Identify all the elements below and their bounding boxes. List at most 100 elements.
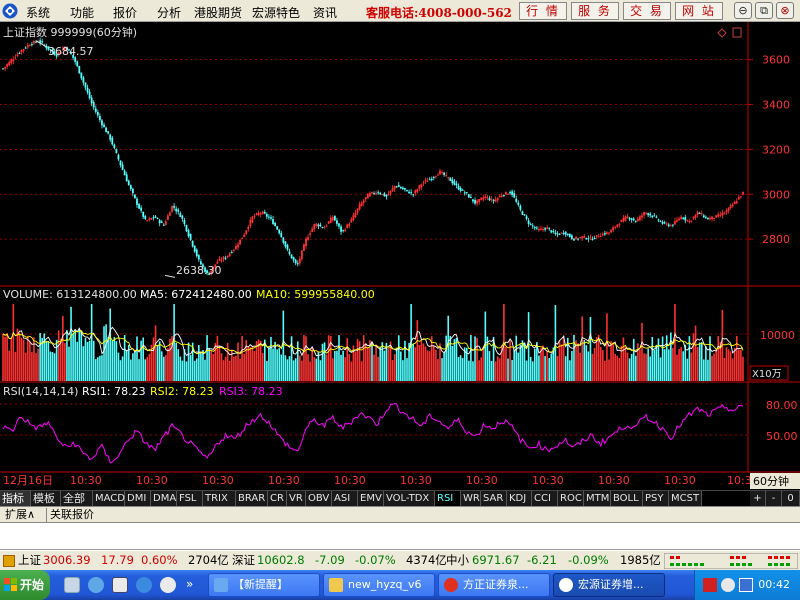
menu-function[interactable]: 功能 — [70, 4, 94, 21]
tab-mcst[interactable]: MCST — [669, 491, 702, 507]
tab-related-quote[interactable]: 关联报价 — [46, 508, 97, 523]
price-candle-body — [2, 68, 4, 70]
tab-cci[interactable]: CCI — [532, 491, 558, 507]
start-button[interactable]: 开始 — [0, 570, 50, 600]
price-candle-body — [99, 116, 101, 121]
tab-macd[interactable]: MACD — [93, 491, 125, 507]
tab-wr[interactable]: WR — [461, 491, 481, 507]
volume-bar — [443, 352, 445, 381]
price-candle-body — [492, 199, 495, 202]
tab-mtm[interactable]: MTM — [584, 491, 611, 507]
tab-roc[interactable]: ROC — [558, 491, 584, 507]
price-candle-body — [480, 197, 483, 200]
tab-all[interactable]: 全部 — [61, 491, 93, 507]
tab-boll[interactable]: BOLL — [611, 491, 643, 507]
restore-icon[interactable]: ⧉ — [755, 2, 773, 19]
quicklaunch-browser-icon[interactable] — [136, 577, 152, 593]
volume-bar — [35, 353, 37, 381]
tab-vol-tdx[interactable]: VOL-TDX — [384, 491, 435, 507]
taskbar-button-fangzheng[interactable]: 方正证券泉... — [438, 573, 550, 597]
sh-index-name[interactable]: 上证 — [18, 551, 41, 570]
taskbar-button-reminder[interactable]: 【新提醒】 — [208, 573, 320, 597]
volume-bar — [622, 337, 625, 381]
volume-bar — [511, 360, 513, 381]
tab-dma[interactable]: DMA — [151, 491, 177, 507]
quote-icon[interactable] — [3, 555, 15, 567]
menu-quote[interactable]: 报价 — [113, 4, 137, 21]
price-candle-body — [232, 249, 235, 251]
link-market-button[interactable]: 行 情 — [519, 2, 567, 20]
tab-asi[interactable]: ASI — [332, 491, 358, 507]
tab-dmi[interactable]: DMI — [125, 491, 151, 507]
price-candle-body — [589, 237, 592, 239]
tab-rsi[interactable]: RSI — [435, 491, 461, 507]
volume-bar — [167, 348, 169, 381]
price-candle-body — [371, 191, 373, 194]
tab-brar[interactable]: BRAR — [236, 491, 268, 507]
network-icon[interactable] — [703, 578, 717, 592]
volume-icon[interactable] — [721, 578, 735, 592]
quicklaunch-explorer-icon[interactable] — [64, 577, 80, 593]
zx-index-name[interactable]: 中小 — [446, 551, 469, 570]
tab-emv[interactable]: EMV — [358, 491, 384, 507]
price-candle-body — [84, 82, 87, 88]
volume-bar — [80, 330, 83, 381]
quicklaunch-desktop-icon[interactable] — [112, 577, 128, 593]
price-candle-body — [140, 207, 143, 211]
volume-bar — [97, 357, 99, 381]
period-label[interactable]: 60分钟 — [753, 474, 789, 488]
tab-zoom-in-button[interactable]: + — [750, 491, 766, 507]
sz-index-name[interactable]: 深证 — [232, 551, 255, 570]
window-icon[interactable] — [732, 27, 742, 38]
quicklaunch-ie-icon[interactable] — [88, 577, 104, 593]
diamond-icon[interactable] — [717, 28, 727, 38]
minimize-icon[interactable]: ⊖ — [734, 2, 752, 19]
menu-analysis[interactable]: 分析 — [157, 4, 181, 21]
quicklaunch-more-icon[interactable]: » — [186, 577, 193, 591]
tab-sar[interactable]: SAR — [481, 491, 507, 507]
chart-area[interactable]: 2800 3000 3200 3400 3600 上证指数 999999(60分钟) 3… — [0, 22, 800, 490]
tab-obv[interactable]: OBV — [306, 491, 332, 507]
taskbar-button-folder[interactable]: new_hyzq_v6 — [323, 573, 435, 597]
volume-bar — [632, 338, 635, 381]
volume-bar — [393, 354, 396, 381]
volume-bar — [31, 352, 33, 381]
volume-bar — [125, 350, 128, 381]
menu-system[interactable]: 系统 — [26, 4, 50, 21]
security-icon[interactable] — [739, 578, 753, 592]
menu-news[interactable]: 资讯 — [313, 4, 337, 21]
tab-extension[interactable]: 扩展∧ — [2, 508, 38, 523]
tab-cr[interactable]: CR — [268, 491, 287, 507]
app-window: 系统 功能 报价 分析 港股期货 宏源特色 资讯 客服电话:4008-000-5… — [0, 0, 800, 600]
link-trade-button[interactable]: 交 易 — [623, 2, 671, 20]
volume-bar — [505, 346, 507, 381]
tab-trix[interactable]: TRIX — [203, 491, 236, 507]
volume-bar — [144, 359, 147, 381]
menu-hk-futures[interactable]: 港股期货 — [194, 4, 242, 21]
tab-template[interactable]: 模板 — [31, 491, 61, 507]
price-candle-body — [540, 228, 542, 230]
tab-kdj[interactable]: KDJ — [507, 491, 532, 507]
volume-bar — [334, 350, 336, 381]
volume-bar — [527, 312, 530, 381]
quicklaunch-media-icon[interactable] — [160, 577, 176, 593]
tab-vr[interactable]: VR — [287, 491, 306, 507]
price-candle-body — [490, 198, 493, 200]
price-candle-body — [397, 185, 400, 187]
chart-canvas[interactable]: 2800 3000 3200 3400 3600 上证指数 999999(60分钟) 3… — [0, 22, 800, 490]
tab-psy[interactable]: PSY — [643, 491, 669, 507]
close-icon[interactable]: ⊗ — [776, 2, 794, 19]
volume-bar — [478, 360, 480, 381]
menu-hongyuan[interactable]: 宏源特色 — [252, 4, 300, 21]
link-website-button[interactable]: 网 站 — [675, 2, 723, 20]
link-service-button[interactable]: 服 务 — [571, 2, 619, 20]
tab-zoom-out-button[interactable]: - — [766, 491, 782, 507]
volume-bar — [26, 335, 29, 381]
tab-fsl[interactable]: FSL — [177, 491, 203, 507]
price-candle-body — [88, 91, 91, 99]
taskbar-button-hongyuan[interactable]: 宏源证券增... — [553, 573, 665, 597]
tab-indicator[interactable]: 指标 — [0, 491, 31, 507]
menu-bar: 系统 功能 报价 分析 港股期货 宏源特色 资讯 客服电话:4008-000-5… — [0, 0, 800, 22]
tab-reset-button[interactable]: 0 — [782, 491, 800, 507]
clock[interactable]: 00:42 — [758, 570, 790, 600]
